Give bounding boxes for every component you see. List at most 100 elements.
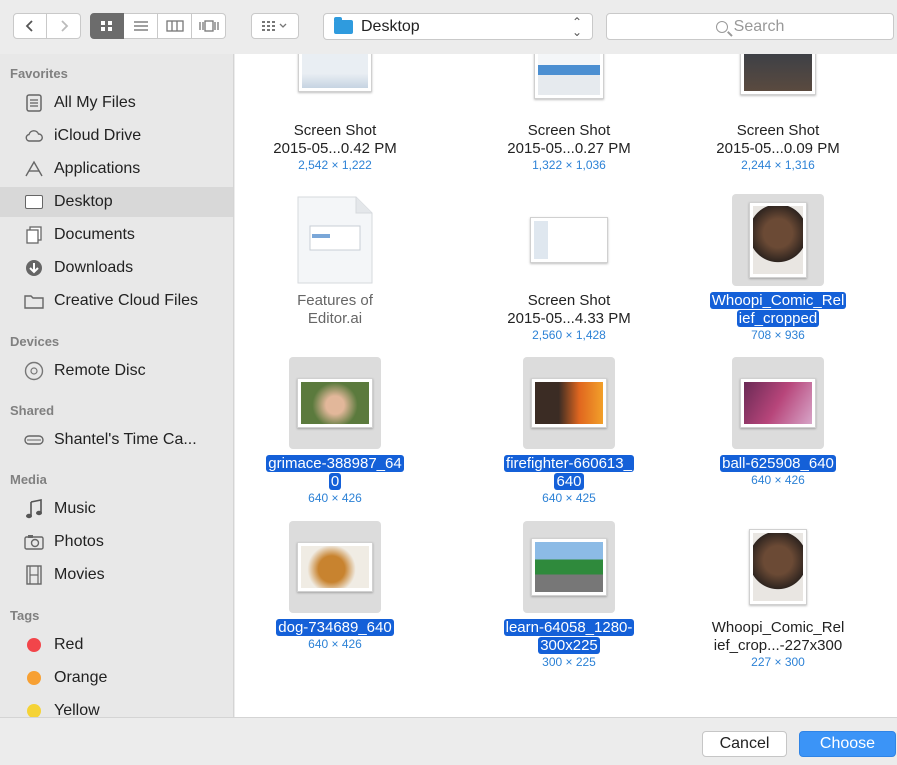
file-item[interactable]: Screen Shot 2015-05...0.27 PM 1,322 × 1,0… xyxy=(469,54,669,172)
file-item[interactable]: Screen Shot 2015-05...0.09 PM 2,244 × 1,3… xyxy=(678,54,878,172)
file-dimensions: 300 × 225 xyxy=(542,655,596,669)
file-thumbnail xyxy=(732,521,824,613)
disc-icon xyxy=(24,361,44,381)
chevron-right-icon xyxy=(60,20,68,32)
file-dimensions: 640 × 426 xyxy=(308,637,362,651)
shared-heading: Shared xyxy=(10,403,55,418)
image-thumbnail xyxy=(297,378,373,428)
file-item[interactable]: Screen Shot 2015-05...4.33 PM 2,560 × 1,4… xyxy=(469,194,669,342)
applications-icon xyxy=(24,159,44,179)
file-item[interactable]: learn-64058_1280- 300x225 300 × 225 xyxy=(469,521,669,669)
file-name: ball-625908_640 xyxy=(720,455,836,472)
tags-heading: Tags xyxy=(10,608,40,623)
sidebar-item-photos[interactable]: Photos xyxy=(0,527,233,557)
sidebar-item-remote-disc[interactable]: Remote Disc xyxy=(0,356,233,386)
coverflow-view-button[interactable] xyxy=(192,13,226,39)
image-thumbnail xyxy=(531,378,607,428)
file-dimensions: 640 × 426 xyxy=(751,473,805,487)
sidebar: Favorites All My Files iCloud Drive Appl… xyxy=(0,54,234,717)
sidebar-item-label: Downloads xyxy=(54,259,134,276)
file-item[interactable]: grimace-388987_64 0 640 × 426 xyxy=(235,357,435,505)
column-view-button[interactable] xyxy=(158,13,192,39)
nav-buttons xyxy=(13,13,81,39)
file-thumbnail xyxy=(289,357,381,449)
file-item[interactable] xyxy=(678,702,878,717)
document-icon xyxy=(297,196,373,284)
sidebar-item-tag-yellow[interactable]: Yellow xyxy=(0,696,233,717)
sidebar-item-documents[interactable]: Documents xyxy=(0,220,233,250)
media-heading: Media xyxy=(10,472,47,487)
file-name: grimace-388987_64 0 xyxy=(266,455,404,490)
file-thumbnail xyxy=(523,521,615,613)
sidebar-item-label: Red xyxy=(54,636,84,653)
file-item[interactable]: dog-734689_640 640 × 426 xyxy=(235,521,435,651)
sidebar-item-creative-cloud-files[interactable]: Creative Cloud Files xyxy=(0,286,233,316)
file-name: Screen Shot 2015-05...0.27 PM xyxy=(507,122,631,157)
file-thumbnail xyxy=(732,702,824,717)
file-dimensions: 2,560 × 1,428 xyxy=(532,328,606,342)
arrange-grid-icon xyxy=(262,21,287,31)
image-thumbnail xyxy=(531,538,607,596)
image-thumbnail xyxy=(297,542,373,592)
search-placeholder: Search xyxy=(733,17,785,35)
image-thumbnail xyxy=(749,202,807,278)
arrange-button[interactable] xyxy=(251,13,299,39)
file-dimensions: 227 × 300 xyxy=(751,655,805,669)
file-thumbnail xyxy=(523,194,615,286)
image-thumbnail xyxy=(740,378,816,428)
file-thumbnail xyxy=(732,194,824,286)
choose-button[interactable]: Choose xyxy=(799,731,896,757)
file-name: Features of Editor.ai xyxy=(297,292,373,327)
sidebar-item-time-capsule[interactable]: Shantel's Time Ca... xyxy=(0,425,233,455)
location-popup[interactable]: Desktop ⌃ ⌄ xyxy=(323,13,593,40)
file-grid: Screen Shot 2015-05...0.42 PM 2,542 × 1,2… xyxy=(235,54,897,717)
list-view-button[interactable] xyxy=(124,13,158,39)
film-icon xyxy=(24,565,44,585)
sidebar-item-applications[interactable]: Applications xyxy=(0,154,233,184)
file-item[interactable]: ball-625908_640 640 × 426 xyxy=(678,357,878,487)
search-field[interactable]: Search xyxy=(606,13,894,40)
file-item[interactable] xyxy=(469,698,669,717)
sidebar-item-label: Remote Disc xyxy=(54,362,146,379)
file-item[interactable]: Whoopi_Comic_Rel ief_cropped 708 × 936 xyxy=(678,194,878,342)
file-dimensions: 2,244 × 1,316 xyxy=(741,158,815,172)
back-button[interactable] xyxy=(13,13,47,39)
sidebar-item-label: Creative Cloud Files xyxy=(54,292,199,309)
file-thumbnail xyxy=(289,194,381,286)
sidebar-item-icloud-drive[interactable]: iCloud Drive xyxy=(0,121,233,151)
icon-view-icon xyxy=(101,21,112,31)
file-dimensions: 640 × 425 xyxy=(542,491,596,505)
file-item[interactable]: Whoopi_Comic_Rel ief_crop...-227x300 227 … xyxy=(678,521,878,669)
tag-dot-icon xyxy=(24,635,44,655)
sidebar-item-tag-orange[interactable]: Orange xyxy=(0,663,233,693)
file-item[interactable]: Screen Shot 2015-05...0.42 PM 2,542 × 1,2… xyxy=(235,54,435,172)
view-mode-control xyxy=(90,13,226,39)
image-thumbnail xyxy=(749,529,807,605)
downloads-icon xyxy=(24,258,44,278)
folder-icon xyxy=(334,16,353,34)
sidebar-item-label: Movies xyxy=(54,566,105,583)
file-item[interactable]: Features of Editor.ai xyxy=(235,194,435,328)
column-view-icon xyxy=(165,20,184,32)
updown-chevron-icon: ⌃ ⌄ xyxy=(571,15,582,39)
sidebar-item-tag-red[interactable]: Red xyxy=(0,630,233,660)
sidebar-item-movies[interactable]: Movies xyxy=(0,560,233,590)
icon-view-button[interactable] xyxy=(90,13,124,39)
file-item[interactable] xyxy=(235,702,435,717)
file-item[interactable]: firefighter-660613_ 640 640 × 425 xyxy=(469,357,669,505)
sidebar-item-label: Shantel's Time Ca... xyxy=(54,431,197,448)
toolbar: Desktop ⌃ ⌄ Search xyxy=(0,0,897,54)
file-thumbnail xyxy=(732,357,824,449)
cancel-button[interactable]: Cancel xyxy=(702,731,787,757)
sidebar-item-downloads[interactable]: Downloads xyxy=(0,253,233,283)
time-capsule-icon xyxy=(24,430,44,450)
forward-button[interactable] xyxy=(47,13,81,39)
coverflow-view-icon xyxy=(198,20,219,32)
sidebar-item-all-my-files[interactable]: All My Files xyxy=(0,88,233,118)
sidebar-item-music[interactable]: Music xyxy=(0,494,233,524)
sidebar-item-desktop[interactable]: Desktop xyxy=(0,187,233,217)
devices-heading: Devices xyxy=(10,334,60,349)
cloud-icon xyxy=(24,126,44,146)
file-name: learn-64058_1280- 300x225 xyxy=(503,619,635,654)
file-name: Screen Shot 2015-05...0.42 PM xyxy=(273,122,397,157)
